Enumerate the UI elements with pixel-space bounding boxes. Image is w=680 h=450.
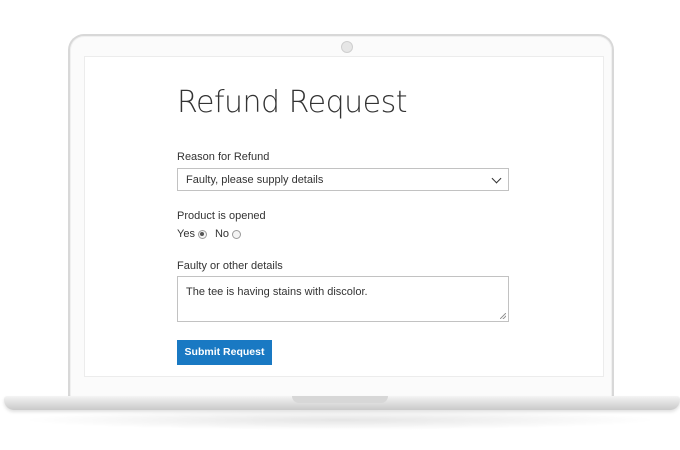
laptop-screen: Refund Request Reason for Refund Faulty,… [84, 56, 604, 377]
submit-request-button[interactable]: Submit Request [177, 340, 272, 365]
radio-yes-label: Yes [177, 228, 195, 240]
details-textarea[interactable]: The tee is having stains with discolor. [177, 276, 509, 322]
details-text: The tee is having stains with discolor. [186, 286, 368, 298]
details-label: Faulty or other details [177, 260, 283, 272]
reason-select[interactable]: Faulty, please supply details [177, 168, 509, 191]
webcam-icon [341, 41, 353, 53]
radio-no-label: No [214, 228, 230, 240]
page-title: Refund Request [177, 85, 407, 120]
radio-no[interactable] [232, 229, 242, 239]
laptop-notch [292, 396, 388, 403]
opened-label: Product is opened [177, 210, 266, 222]
opened-radio-group: Yes No [177, 228, 249, 240]
resize-handle-icon[interactable] [500, 313, 506, 319]
reason-select-value: Faulty, please supply details [186, 174, 324, 186]
reason-label: Reason for Refund [177, 151, 270, 163]
laptop-shadow [20, 410, 660, 430]
chevron-down-icon [491, 173, 502, 184]
radio-yes[interactable] [197, 229, 207, 239]
